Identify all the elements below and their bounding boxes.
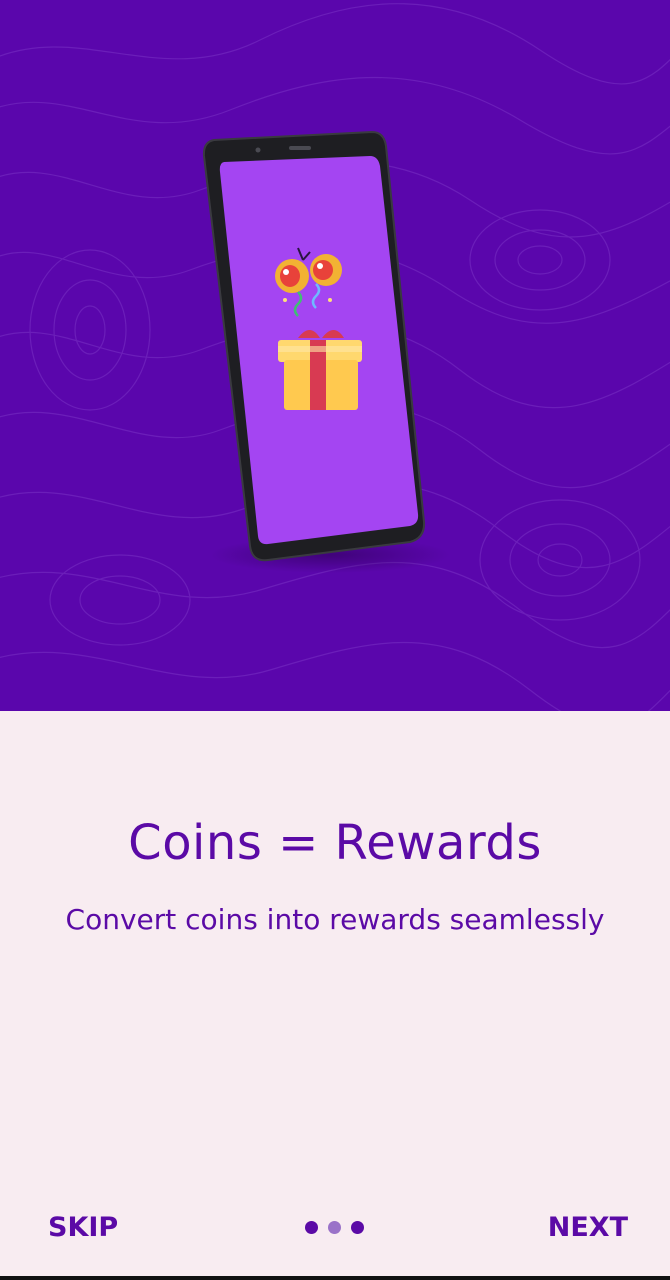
- page-indicator: [305, 1221, 365, 1235]
- next-button[interactable]: NEXT: [548, 1212, 628, 1243]
- page-subtitle: Convert coins into rewards seamlessly: [65, 903, 605, 936]
- page-dot-3[interactable]: [351, 1221, 364, 1234]
- onboarding-footer: SKIP NEXT: [0, 1198, 670, 1258]
- page-title: Coins = Rewards: [128, 815, 542, 871]
- phone-illustration: [202, 130, 450, 573]
- skip-button[interactable]: SKIP: [48, 1212, 118, 1243]
- page-dot-1[interactable]: [305, 1221, 318, 1234]
- content-panel: Coins = Rewards Convert coins into rewar…: [0, 711, 670, 1280]
- gift-box-icon: [278, 330, 362, 410]
- bottom-edge: [0, 1276, 670, 1280]
- hero-illustration-area: [0, 0, 670, 711]
- onboarding-screen: Coins = Rewards Convert coins into rewar…: [0, 0, 670, 1280]
- page-dot-2[interactable]: [328, 1221, 341, 1234]
